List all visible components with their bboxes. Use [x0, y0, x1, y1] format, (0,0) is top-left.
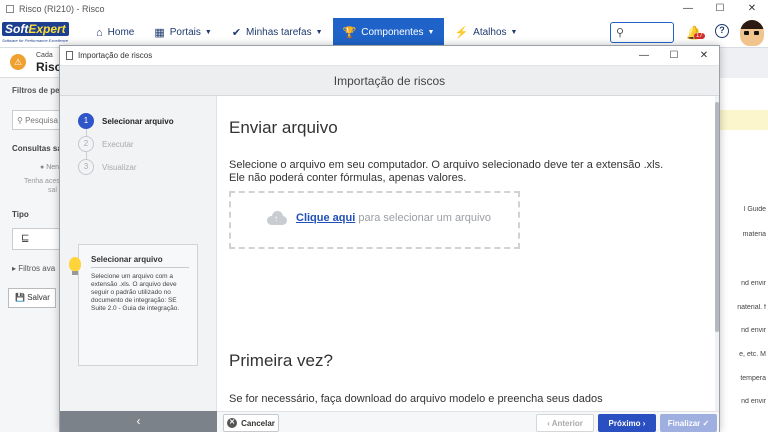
- check-icon: ✔: [231, 27, 242, 39]
- content-scrollbar[interactable]: [715, 96, 719, 411]
- document-icon: [66, 51, 73, 60]
- nav-componentes[interactable]: 🏆 Componentes ▼: [332, 18, 445, 47]
- filter-search-input[interactable]: ⚲ Pesquisa: [12, 110, 60, 130]
- tip-body: Selecione um arquivo com a extensão .xls…: [91, 273, 180, 312]
- page-header: ⚠ Cada Risco: [0, 48, 69, 78]
- maximize-button[interactable]: ☐: [704, 0, 736, 18]
- caret-down-icon: ▼: [427, 29, 435, 36]
- dialog-header: Importação de riscos: [60, 66, 719, 96]
- highlighted-row: [718, 110, 768, 130]
- user-avatar[interactable]: [740, 20, 764, 46]
- top-navigation: SoftExpert Software for Performance Exce…: [0, 18, 768, 48]
- dialog-maximize-button[interactable]: ☐: [659, 46, 689, 66]
- caret-down-icon: ▼: [510, 29, 518, 36]
- type-tree-button[interactable]: ⊑: [12, 228, 60, 250]
- risk-warning-icon: ⚠: [10, 54, 26, 70]
- filter-panel: Filtros de pes ⚲ Pesquisa Consultas sal …: [0, 78, 64, 432]
- portals-icon: ▦: [154, 27, 165, 39]
- minimize-button[interactable]: —: [672, 0, 704, 18]
- caret-down-icon: ▼: [315, 29, 323, 36]
- nav-atalhos[interactable]: ⚡ Atalhos ▼: [444, 18, 527, 47]
- nav-portais[interactable]: ▦ Portais ▼: [144, 18, 221, 47]
- save-button[interactable]: 💾 Salvar: [8, 288, 56, 308]
- risk-list-panel: l Guide materia nd envir naterial. f nd …: [718, 78, 768, 432]
- caret-down-icon: ▼: [204, 29, 212, 36]
- tip-title: Selecionar arquivo: [91, 255, 163, 264]
- dialog-minimize-button[interactable]: —: [629, 46, 659, 66]
- search-icon: ⚲: [616, 27, 625, 39]
- close-circle-icon: ✕: [227, 418, 238, 428]
- file-drop-zone[interactable]: ↑ Clique aqui para selecionar um arquivo: [229, 191, 520, 249]
- help-icon[interactable]: ?: [715, 24, 729, 38]
- cancel-button[interactable]: ✕ Cancelar: [223, 414, 279, 432]
- select-file-link[interactable]: Clique aqui: [296, 212, 355, 224]
- dialog-titlebar: Importação de riscos — ☐ ✕: [60, 46, 719, 66]
- nav-home[interactable]: ⌂ Home: [86, 18, 144, 47]
- collapse-sidebar-button[interactable]: ‹: [60, 411, 217, 432]
- first-time-heading: Primeira vez?: [229, 351, 333, 370]
- softexpert-logo[interactable]: SoftExpert Software for Performance Exce…: [0, 18, 82, 48]
- global-search-input[interactable]: ⚲: [610, 22, 674, 43]
- window-controls: — ☐ ✕: [672, 0, 768, 18]
- import-risks-dialog: Importação de riscos — ☐ ✕ Importação de…: [59, 45, 720, 432]
- close-window-button[interactable]: ✕: [736, 0, 768, 18]
- previous-button[interactable]: ‹ Anterior: [536, 414, 594, 432]
- window-title: Risco (RI210) - Risco: [19, 4, 105, 14]
- notification-badge: 17: [694, 33, 705, 39]
- upload-content: Enviar arquivo Selecione o arquivo em se…: [217, 96, 719, 411]
- home-icon: ⌂: [96, 26, 103, 39]
- upload-heading: Enviar arquivo: [229, 118, 338, 137]
- chevron-left-icon: ‹: [136, 414, 141, 428]
- tip-box: Selecionar arquivo Selecione um arquivo …: [69, 244, 198, 366]
- dialog-window-title: Importação de riscos: [78, 51, 153, 60]
- window-titlebar: Risco (RI210) - Risco: [0, 0, 768, 18]
- cloud-upload-icon: ↑: [267, 211, 287, 225]
- lightbulb-icon: [69, 257, 81, 271]
- trophy-icon: 🏆: [342, 27, 357, 39]
- next-button[interactable]: Próximo ›: [598, 414, 656, 432]
- bolt-icon: ⚡: [454, 27, 469, 39]
- step-select-file[interactable]: 1 Selecionar arquivo: [78, 113, 174, 129]
- app-icon: [6, 5, 14, 13]
- wizard-steps-panel: 1 Selecionar arquivo 2 Executar 3 Visual…: [60, 96, 217, 411]
- step-visualize[interactable]: 3 Visualizar: [78, 159, 137, 175]
- nav-minhas-tarefas[interactable]: ✔ Minhas tarefas ▼: [222, 18, 333, 47]
- step-execute[interactable]: 2 Executar: [78, 136, 134, 152]
- dialog-footer: ✕ Cancelar ‹ Anterior Próximo › Finaliza…: [217, 411, 719, 432]
- advanced-filters-toggle[interactable]: ▸ Filtros ava: [12, 264, 55, 273]
- notifications-bell-icon[interactable]: 🔔 17: [686, 25, 705, 41]
- dialog-close-button[interactable]: ✕: [689, 46, 719, 66]
- finish-button[interactable]: Finalizar ✓: [660, 414, 717, 432]
